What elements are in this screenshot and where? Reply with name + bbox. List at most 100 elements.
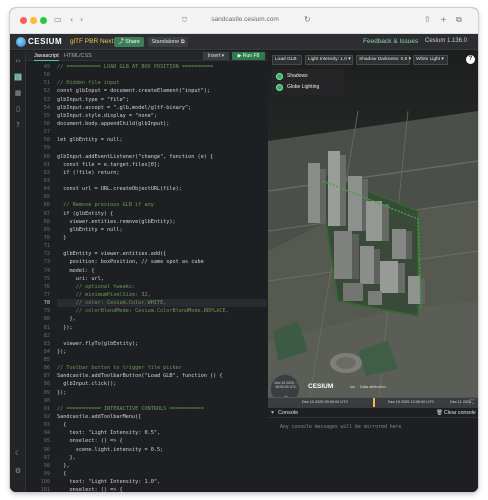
code-line[interactable]: // optional tweaks: — [57, 283, 267, 291]
feedback-link[interactable]: Feedback & Issues — [363, 38, 418, 45]
code-line[interactable] — [57, 397, 267, 405]
code-line[interactable]: // =========== INTERACTIVE CONTROLS ====… — [57, 405, 267, 413]
address-bar[interactable]: sandcastle.cesium.com — [195, 16, 295, 23]
tab-javascript[interactable]: Javascript — [34, 52, 59, 61]
back-icon[interactable]: ‹ — [70, 15, 73, 25]
code-line[interactable]: }); — [57, 324, 267, 332]
code-line[interactable]: { — [57, 470, 267, 478]
code-line[interactable]: glbEntity = null; — [57, 226, 267, 234]
code-line[interactable]: text: "Light Intensity: 1.0", — [57, 478, 267, 486]
code-line[interactable]: // color: Cesium.Color.WHITE, — [57, 299, 267, 308]
code-line[interactable]: scene.light.intensity = 0.5; — [57, 446, 267, 454]
code-line[interactable] — [57, 177, 267, 185]
code-line[interactable]: viewer.entities.remove(glbEntity); — [57, 218, 267, 226]
code-icon[interactable]: ‹› — [14, 57, 22, 65]
code-line[interactable]: { — [57, 421, 267, 429]
code-line[interactable] — [57, 242, 267, 250]
minimize-window-button[interactable] — [30, 17, 37, 24]
code-line[interactable] — [57, 193, 267, 201]
code-line[interactable]: const url = URL.createObjectURL(file); — [57, 185, 267, 193]
editor-panel-icon[interactable]: ▤ — [14, 73, 22, 81]
code-line[interactable]: model: { — [57, 267, 267, 275]
code-line[interactable]: uri: url, — [57, 275, 267, 283]
code-line[interactable]: // colorBlendMode: Cesium.ColorBlendMode… — [57, 307, 267, 315]
cesium-viewer[interactable]: Load GLB Light Intensity: 1.0 ▾ Shadow D… — [268, 51, 478, 407]
help-button[interactable]: ? — [466, 55, 475, 64]
code-line[interactable]: glbInput.type = "file"; — [57, 96, 267, 104]
code-line[interactable]: let glbEntity = null; — [57, 136, 267, 144]
code-line[interactable] — [57, 332, 267, 340]
document-icon[interactable]: ▯ — [14, 105, 22, 113]
code-line[interactable]: }, — [57, 454, 267, 462]
code-line[interactable]: // minimumPixelSize: 32, — [57, 291, 267, 299]
tab-html-css[interactable]: HTML/CSS — [64, 52, 92, 60]
settings-icon[interactable]: ⚙ — [14, 467, 22, 475]
light-color-select[interactable]: White Light ▾ — [413, 55, 448, 65]
code-content[interactable]: // =========== LOAD GLB AT BOX POSITION … — [57, 63, 267, 492]
close-window-button[interactable] — [20, 17, 27, 24]
shadow-darkness-select[interactable]: Shadow Darkness: 0.6 ▾ — [356, 55, 411, 65]
code-line[interactable]: // Toolbar button to trigger file picker — [57, 364, 267, 372]
new-tab-icon[interactable]: + — [440, 15, 447, 25]
code-line[interactable] — [57, 128, 267, 136]
code-line[interactable]: }); — [57, 348, 267, 356]
code-line[interactable]: const file = e.target.files[0]; — [57, 161, 267, 169]
share-icon[interactable]: ⇧ — [424, 15, 431, 25]
dark-mode-icon[interactable]: ☾ — [14, 449, 22, 457]
code-line[interactable]: }, — [57, 315, 267, 323]
share-button[interactable]: ⤴ Share — [114, 37, 144, 47]
cesium-ion-logo[interactable]: CESIUM — [308, 383, 333, 390]
clear-console-button[interactable]: 🗑 Clear console — [436, 410, 476, 416]
data-attribution-link[interactable]: Data attribution — [360, 385, 386, 389]
code-editor[interactable]: Javascript HTML/CSS Insert ▾ ▶ Run F8 49… — [26, 51, 268, 492]
help-icon[interactable]: ? — [14, 121, 22, 129]
code-line[interactable]: position: boxPosition, // same spot as c… — [57, 258, 267, 266]
code-line[interactable]: text: "Light Intensity: 0.5", — [57, 429, 267, 437]
code-line[interactable] — [57, 144, 267, 152]
code-line[interactable]: Sandcastle.addToolbarButton("Load GLB", … — [57, 372, 267, 380]
code-line[interactable]: // Hidden file input — [57, 79, 267, 87]
code-line[interactable] — [57, 356, 267, 364]
shadows-toggle[interactable] — [276, 73, 283, 80]
gallery-icon[interactable]: ▦ — [14, 89, 22, 97]
timeline[interactable]: Dec 10 2025 00:00:00 UTC Dec 10 2025 12:… — [268, 397, 478, 407]
code-line[interactable]: } — [57, 234, 267, 242]
timeline-needle[interactable] — [373, 398, 375, 407]
fullscreen-icon[interactable]: ⛶ — [470, 399, 474, 405]
code-line[interactable]: // Remove previous GLB if any — [57, 201, 267, 209]
code-line[interactable]: document.body.appendChild(glbInput); — [57, 120, 267, 128]
code-line[interactable]: glbInput.addEventListener("change", func… — [57, 153, 267, 161]
reload-icon[interactable]: ↻ — [304, 15, 311, 25]
code-line[interactable]: const glbInput = document.createElement(… — [57, 87, 267, 95]
run-button[interactable]: ▶ Run F8 — [232, 52, 265, 60]
code-line[interactable]: glbInput.click(); — [57, 380, 267, 388]
project-name[interactable]: glTF PBR Next — [70, 38, 113, 45]
code-line[interactable] — [57, 71, 267, 79]
light-intensity-select[interactable]: Light Intensity: 1.0 ▾ — [305, 55, 353, 65]
city-3d-scene[interactable] — [268, 51, 478, 407]
code-line[interactable]: onselect: () => { — [57, 437, 267, 445]
line-number: 100 — [40, 479, 50, 486]
code-line[interactable]: if (glbEntity) { — [57, 210, 267, 218]
line-number: 97 — [43, 454, 50, 461]
code-line[interactable]: glbEntity = viewer.entities.add({ — [57, 250, 267, 258]
standalone-button[interactable]: Standalone ⧉ — [148, 37, 188, 47]
tab-overview-icon[interactable]: ⧉ — [456, 15, 462, 25]
zoom-window-button[interactable] — [40, 17, 47, 24]
collapse-chevron-icon[interactable]: ▾ — [271, 409, 274, 416]
code-line[interactable]: }, — [57, 462, 267, 470]
code-line[interactable]: // =========== LOAD GLB AT BOX POSITION … — [57, 63, 267, 71]
code-line[interactable]: if (!file) return; — [57, 169, 267, 177]
code-line[interactable]: Sandcastle.addToolbarMenu([ — [57, 413, 267, 421]
line-number: 69 — [43, 226, 50, 233]
code-line[interactable]: glbInput.accept = ".glb,model/gltf-binar… — [57, 104, 267, 112]
code-line[interactable]: viewer.flyTo(glbEntity); — [57, 340, 267, 348]
code-line[interactable]: onselect: () => { — [57, 486, 267, 492]
insert-button[interactable]: Insert ▾ — [203, 52, 229, 60]
code-line[interactable]: }); — [57, 389, 267, 397]
globe-lighting-toggle[interactable] — [276, 84, 283, 91]
code-line[interactable]: glbInput.style.display = "none"; — [57, 112, 267, 120]
sidebar-icon[interactable]: ▭ — [54, 15, 62, 25]
forward-icon[interactable]: › — [80, 15, 83, 25]
load-glb-button[interactable]: Load GLB — [272, 55, 302, 65]
